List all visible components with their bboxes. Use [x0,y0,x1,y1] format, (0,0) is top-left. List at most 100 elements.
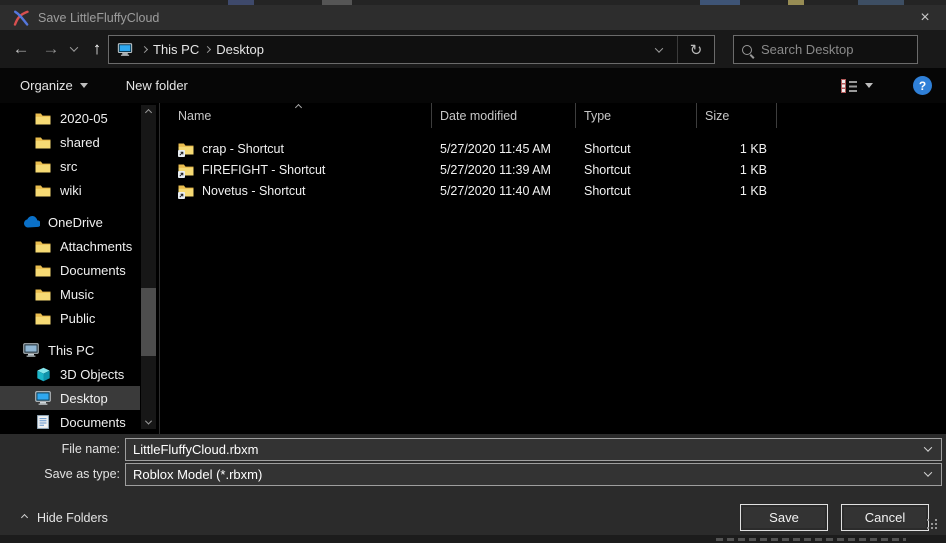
sidebar-item-onedrive[interactable]: OneDrive [0,210,140,234]
breadcrumb-desktop[interactable]: Desktop [210,42,270,57]
column-header-date-modified[interactable]: Date modified [432,103,576,128]
folder-icon [34,240,52,253]
file-name-label: File name: [0,442,120,456]
file-name-input[interactable] [133,442,925,457]
file-list: Name Date modified Type Size crap - Shor… [160,103,946,434]
command-toolbar: Organize New folder ? [0,68,946,103]
hide-folders-label: Hide Folders [37,511,108,525]
title-bar: Save LittleFluffyCloud × [0,5,946,30]
background-app-bottom-sliver [0,535,946,543]
file-name-combobox[interactable] [125,438,942,461]
sidebar-item-label: Documents [60,415,126,430]
sidebar-item-2020-05[interactable]: 2020-05 [0,106,140,130]
sidebar-item-label: This PC [48,343,94,358]
up-button[interactable]: ↑ [84,30,110,68]
folder-shortcut-icon [178,142,195,156]
cancel-button[interactable]: Cancel [841,504,929,531]
address-dropdown-button[interactable] [641,36,677,63]
sidebar-item-public[interactable]: Public [0,306,140,330]
sidebar-item-this-pc[interactable]: This PC [0,338,140,362]
resize-grip[interactable] [927,519,939,531]
sidebar-item-src[interactable]: src [0,154,140,178]
details-view-icon [841,79,857,92]
sidebar-item-documents[interactable]: Documents [0,258,140,282]
scroll-down-button[interactable] [141,415,156,429]
column-header-size[interactable]: Size [697,103,777,128]
sidebar-scrollbar[interactable] [141,105,156,429]
save-button[interactable]: Save [740,504,828,531]
navigation-pane: 2020-05 shared src wiki OneDrive Attachm… [0,103,160,434]
help-button[interactable]: ? [913,76,932,95]
background-fragment [716,538,906,541]
help-icon: ? [919,79,926,93]
sidebar-item-label: src [60,159,77,174]
sidebar-item-music[interactable]: Music [0,282,140,306]
sidebar-item-documents-pc[interactable]: Documents [0,410,140,434]
file-name: FIREFIGHT - Shortcut [202,163,325,177]
sidebar-item-label: wiki [60,183,82,198]
sidebar-item-label: Music [60,287,94,302]
main-content: 2020-05 shared src wiki OneDrive Attachm… [0,103,946,434]
save-as-type-label: Save as type: [0,467,120,481]
sidebar-item-label: 3D Objects [60,367,124,382]
change-view-button[interactable] [835,75,879,96]
address-bar[interactable]: This PC Desktop ↻ [108,35,715,64]
file-size: 1 KB [740,142,767,156]
folder-icon [34,160,52,173]
folder-shortcut-icon [178,163,195,177]
close-button[interactable]: × [904,5,946,30]
chevron-down-icon [655,44,663,52]
hide-folders-button[interactable]: Hide Folders [22,500,108,535]
folder-icon [34,184,52,197]
novetus-logo-icon [12,9,30,27]
desktop-monitor-icon [34,391,52,405]
file-row-novetus-shortcut[interactable]: Novetus - Shortcut 5/27/2020 11:40 AM Sh… [160,180,946,201]
file-date: 5/27/2020 11:39 AM [440,163,551,177]
search-input[interactable] [761,42,937,57]
forward-icon: → [43,39,60,59]
back-icon: ← [13,39,30,59]
chevron-down-icon [145,417,152,424]
recent-locations-button[interactable] [66,30,82,68]
sidebar-item-label: OneDrive [48,215,103,230]
forward-button[interactable]: → [38,30,64,68]
sidebar-item-label: Public [60,311,95,326]
save-dialog-window: Save LittleFluffyCloud × ← → ↑ This PC D… [0,0,946,543]
footer-bar: Hide Folders Save Cancel [0,500,946,535]
folder-icon [34,312,52,325]
search-box[interactable] [733,35,918,64]
save-as-type-select[interactable]: Roblox Model (*.rbxm) [125,463,942,486]
sidebar-item-label: Attachments [60,239,132,254]
chevron-down-icon [70,43,78,51]
onedrive-cloud-icon [22,216,40,228]
scroll-up-button[interactable] [141,105,156,119]
chevron-down-icon [80,83,88,88]
file-size: 1 KB [740,184,767,198]
sidebar-item-label: shared [60,135,100,150]
column-header-type[interactable]: Type [576,103,697,128]
refresh-button[interactable]: ↻ [678,36,714,63]
file-row-crap-shortcut[interactable]: crap - Shortcut 5/27/2020 11:45 AM Short… [160,138,946,159]
up-icon: ↑ [93,39,102,59]
chevron-down-icon [865,83,873,88]
back-button[interactable]: ← [8,30,34,68]
sidebar-item-attachments[interactable]: Attachments [0,234,140,258]
save-as-type-value: Roblox Model (*.rbxm) [133,467,925,482]
sidebar-item-desktop[interactable]: Desktop [0,386,140,410]
sidebar-item-wiki[interactable]: wiki [0,178,140,202]
organize-button[interactable]: Organize [12,73,96,99]
file-name: Novetus - Shortcut [202,184,306,198]
file-date: 5/27/2020 11:40 AM [440,184,551,198]
sidebar-item-shared[interactable]: shared [0,130,140,154]
scrollbar-thumb[interactable] [141,288,156,356]
chevron-down-icon [924,443,932,451]
sidebar-item-label: Desktop [60,391,108,406]
file-row-firefight-shortcut[interactable]: FIREFIGHT - Shortcut 5/27/2020 11:39 AM … [160,159,946,180]
document-page-icon [34,415,52,429]
new-folder-label: New folder [126,78,188,93]
sidebar-item-3d-objects[interactable]: 3D Objects [0,362,140,386]
folder-icon [34,112,52,125]
folder-shortcut-icon [178,184,195,198]
new-folder-button[interactable]: New folder [118,73,196,99]
breadcrumb-this-pc[interactable]: This PC [147,42,205,57]
